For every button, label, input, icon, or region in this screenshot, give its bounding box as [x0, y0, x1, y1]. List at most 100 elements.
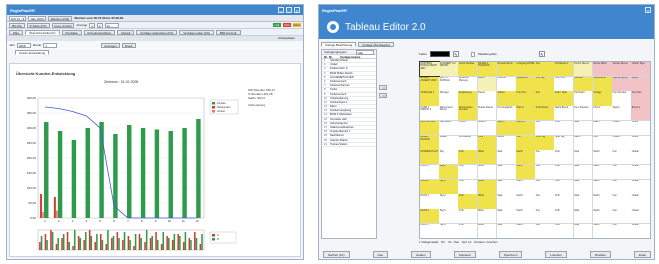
grid-cell[interactable]: Frei — [535, 150, 554, 165]
grid-cell[interactable]: Spät — [573, 120, 593, 136]
grid-cell[interactable]: Nacht — [516, 223, 535, 238]
month-select[interactable]: 1 — [43, 42, 58, 48]
toolbar-dropdown[interactable]: Ja — [104, 22, 119, 28]
grid-cell[interactable]: Krank — [631, 120, 650, 136]
new-button[interactable]: Neu — [372, 251, 389, 258]
grid-cell[interactable]: Wochenend Dienst — [439, 106, 458, 121]
toolbar-item-bo-pla[interactable]: BO-Pla — [9, 22, 25, 28]
grid-cell[interactable]: Dienst — [477, 91, 497, 106]
grid-cell[interactable]: Früh — [554, 179, 574, 194]
grid-cell[interactable]: Wochen Ende — [612, 76, 631, 91]
grid-cell[interactable]: Tag — [439, 150, 458, 165]
grid-cell[interactable]: Spät — [496, 223, 516, 238]
grid-cell[interactable]: Früh — [554, 223, 574, 238]
grid-cell[interactable]: Nacht — [516, 209, 535, 224]
toolbar-item-freq[interactable]: Freq. Anzahl — [51, 22, 75, 28]
grid-cell[interactable]: Spät — [496, 150, 516, 165]
grid-cell[interactable]: Mittel — [477, 194, 497, 209]
grid-cell[interactable]: Dienst Mittel — [592, 62, 612, 77]
grid-cell[interactable]: Urlaub — [631, 194, 650, 209]
grid-cell[interactable]: Mittel — [477, 209, 497, 224]
grid-cell[interactable]: Nacht — [592, 164, 612, 180]
grid-cell[interactable]: Früh — [458, 164, 478, 180]
grid-cell[interactable]: Spät C — [496, 120, 516, 136]
print-button[interactable]: Druck — [121, 42, 136, 48]
grid-cell[interactable]: SONDER PLAN — [420, 150, 439, 165]
grid-cell[interactable]: Urlaub — [612, 135, 631, 150]
grid-cell[interactable]: Teil Nacht — [573, 91, 593, 106]
grid-cell[interactable]: Nacht — [592, 194, 612, 209]
year-select[interactable]: 2008 — [16, 42, 31, 48]
grid-cell[interactable]: Nacht — [516, 164, 535, 180]
toolbar-item-p-stufe[interactable]: P-Stufe (KS) — [26, 22, 50, 28]
grid-cell[interactable]: Frei — [535, 62, 554, 77]
grid-cell[interactable]: Spät — [573, 194, 593, 209]
grid-cell[interactable]: PLAN 4 — [420, 209, 439, 224]
grid-cell[interactable]: Nachtdienst — [592, 76, 612, 91]
grid-cell[interactable]: Frei — [535, 164, 554, 180]
grid-cell[interactable]: BEREIT WOCHE — [420, 135, 439, 150]
grid-cell[interactable]: Dienst — [496, 135, 516, 150]
tab-vortraege[interactable]: Vorträge Labor (FS) — [179, 29, 214, 35]
copy-button[interactable]: Kopieren — [453, 251, 476, 258]
grid-cell[interactable]: Nacht D — [516, 120, 535, 136]
grid-cell[interactable]: Früh — [554, 209, 574, 224]
search-button[interactable]: Suchen (F1) — [323, 251, 350, 258]
grid-cell[interactable]: Spät — [573, 209, 593, 224]
scale-select[interactable] — [470, 51, 475, 57]
grid-cell[interactable]: PLAN 1 — [420, 164, 439, 180]
grid-cell[interactable]: Mittel — [477, 179, 497, 194]
tab-vorlage-bearbeitung[interactable]: Vorlage Bearbeitung — [321, 41, 357, 47]
tab-verlauf[interactable]: Verlauf — [116, 29, 135, 35]
legend-chip-leitl[interactable]: Leitl. — [273, 23, 281, 27]
grid-cell[interactable]: Spät — [573, 179, 593, 194]
tab-uebersicht[interactable]: Übersicht Artikel (K) — [25, 29, 60, 35]
grid-cell[interactable]: Nacht — [516, 194, 535, 209]
pencil-icon[interactable]: ✎ — [452, 51, 459, 57]
grid-cell[interactable]: Lehrgang RUHE — [516, 62, 535, 77]
grid-cell[interactable]: Zusatz Dienst — [477, 106, 497, 121]
tab-bmi[interactable]: BMI Kontroll. — [215, 29, 242, 35]
grid-cell[interactable]: Frei — [535, 223, 554, 238]
grid-cell[interactable]: Spät Tag — [554, 135, 574, 150]
color-swatch[interactable] — [429, 51, 450, 57]
grid-cell[interactable]: Spät — [573, 223, 593, 238]
grid-cell[interactable]: Zeitkonto Planung — [458, 76, 478, 91]
grid-cell[interactable]: Teilzeit — [496, 91, 516, 106]
tab-vorlage-uebertragung[interactable]: Vorlage Übertragung — [358, 41, 394, 47]
grid-cell[interactable]: Sonder Dienst — [612, 62, 631, 77]
grid-cell[interactable]: Frei — [535, 209, 554, 224]
exit-button[interactable]: Ende — [633, 251, 651, 258]
grid-cell[interactable]: Frei — [535, 91, 554, 106]
maximize-icon[interactable]: □ — [286, 7, 292, 13]
grid-cell[interactable]: Mittel — [477, 164, 497, 180]
grid-cell[interactable]: Früh — [554, 150, 574, 165]
grid-cell[interactable]: Fortbildung — [458, 135, 478, 150]
grid-cell[interactable]: Frei — [612, 209, 631, 224]
grid-cell[interactable]: Früh — [554, 120, 574, 136]
grid-cell[interactable]: Nacht — [592, 209, 612, 224]
close-icon[interactable]: × — [294, 7, 300, 13]
list-item[interactable]: 21 Trainee Station — [322, 143, 376, 147]
grid-cell[interactable]: Spätdienst — [516, 76, 535, 91]
week-field[interactable]: KW 31 - 8 — [9, 15, 27, 21]
grid-cell[interactable]: AUFTRAG BONUS MEHR ZEIT — [419, 61, 439, 77]
delete-button[interactable]: Löschen — [545, 251, 567, 258]
grid-cell[interactable]: Nacht — [573, 135, 593, 150]
grid-cell[interactable]: Stunden — [573, 76, 593, 91]
grid-cell[interactable]: Frei Plan — [631, 91, 650, 106]
grid-cell[interactable]: Krank — [631, 135, 650, 150]
group-filter-select[interactable]: Alle — [356, 49, 374, 55]
grid-cell[interactable]: Spät 2 — [612, 106, 631, 121]
grid-cell[interactable]: Bereit — [631, 76, 650, 91]
grid-cell[interactable]: Frei — [612, 179, 631, 194]
show-button[interactable]: Anzeigen — [101, 42, 120, 48]
grid-cell[interactable]: Urlaub — [631, 209, 650, 224]
grid-cell[interactable]: Tag 2 — [439, 164, 458, 180]
grid-cell[interactable]: Früh — [554, 194, 574, 209]
grid-cell[interactable]: Frei — [612, 194, 631, 209]
grid-cell[interactable]: Urlaub — [612, 120, 631, 136]
grid-cell[interactable]: Vorlage — [592, 91, 612, 106]
grid-cell[interactable]: Nacht — [592, 223, 612, 238]
move-right-button[interactable]: >> — [379, 85, 387, 90]
